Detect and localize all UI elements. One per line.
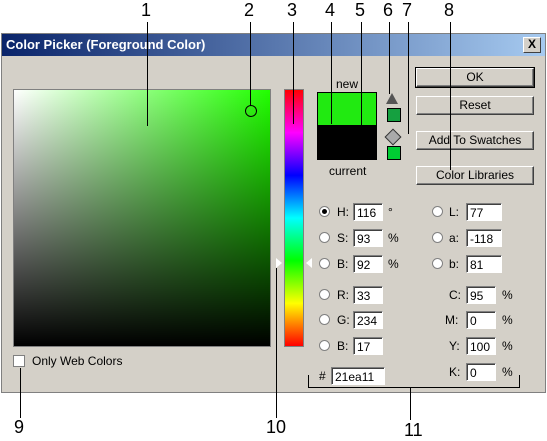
b-channel-input[interactable]: 81 bbox=[466, 255, 502, 273]
color-libraries-button[interactable]: Color Libraries bbox=[416, 166, 534, 185]
callout-10: 10 bbox=[266, 417, 287, 437]
red-label: R: bbox=[337, 288, 349, 302]
callout-line-9 bbox=[20, 368, 21, 418]
cyan-label: C: bbox=[449, 288, 461, 302]
add-to-swatches-button[interactable]: Add To Swatches bbox=[416, 131, 534, 150]
cyan-input[interactable]: 95 bbox=[466, 286, 496, 304]
lightness-input[interactable]: 77 bbox=[466, 203, 502, 221]
a-channel-radio[interactable] bbox=[432, 232, 443, 243]
only-web-colors-checkbox[interactable] bbox=[13, 355, 25, 367]
hue-radio[interactable] bbox=[319, 206, 330, 217]
lightness-radio[interactable] bbox=[432, 206, 443, 217]
green-input[interactable]: 234 bbox=[353, 311, 383, 329]
black-unit: % bbox=[502, 365, 513, 379]
dialog-title: Color Picker (Foreground Color) bbox=[6, 37, 206, 52]
callout-4: 4 bbox=[325, 0, 336, 20]
callout-9: 9 bbox=[14, 417, 25, 437]
brightness-radio[interactable] bbox=[319, 258, 330, 269]
callout-5: 5 bbox=[355, 0, 366, 20]
callout-bracket-11 bbox=[308, 387, 520, 388]
callout-line-4 bbox=[331, 22, 332, 124]
hue-unit: ° bbox=[388, 205, 393, 219]
magenta-label: M: bbox=[445, 313, 459, 327]
callout-line-6 bbox=[389, 22, 390, 94]
callout-8: 8 bbox=[444, 0, 455, 20]
callout-line-2 bbox=[250, 22, 251, 106]
a-channel-input[interactable]: -118 bbox=[466, 229, 502, 247]
hue-slider-right-arrow[interactable] bbox=[306, 258, 312, 268]
hue-label: H: bbox=[337, 205, 349, 219]
brightness-unit: % bbox=[388, 257, 399, 271]
hue-slider-left-arrow[interactable] bbox=[276, 258, 282, 268]
callout-1: 1 bbox=[141, 0, 152, 20]
green-label: G: bbox=[337, 313, 350, 327]
b-channel-label: b: bbox=[449, 257, 460, 271]
magenta-unit: % bbox=[502, 313, 513, 327]
a-channel-label: a: bbox=[449, 231, 460, 245]
saturation-radio[interactable] bbox=[319, 232, 330, 243]
green-radio[interactable] bbox=[319, 314, 330, 325]
yellow-unit: % bbox=[502, 339, 513, 353]
callout-line-7 bbox=[408, 22, 409, 134]
new-label: new bbox=[336, 77, 359, 91]
callout-2: 2 bbox=[244, 0, 255, 20]
gamut-warning-swatch[interactable] bbox=[387, 108, 401, 122]
gamut-warning-icon[interactable] bbox=[386, 93, 398, 104]
callout-line-5 bbox=[361, 22, 362, 160]
close-button[interactable]: X bbox=[523, 37, 541, 53]
web-safe-swatch[interactable] bbox=[387, 146, 401, 160]
b-channel-radio[interactable] bbox=[432, 258, 443, 269]
callout-6: 6 bbox=[383, 0, 394, 20]
cyan-unit: % bbox=[502, 288, 513, 302]
current-label: current bbox=[329, 164, 367, 178]
hue-input[interactable]: 116 bbox=[353, 203, 383, 221]
ok-button[interactable]: OK bbox=[415, 67, 535, 88]
lightness-label: L: bbox=[449, 205, 460, 219]
blue-label: B: bbox=[337, 339, 349, 353]
hue-slider[interactable] bbox=[284, 89, 304, 347]
only-web-colors-label: Only Web Colors bbox=[32, 354, 123, 368]
brightness-input[interactable]: 92 bbox=[353, 255, 383, 273]
magenta-input[interactable]: 0 bbox=[466, 311, 496, 329]
callout-bracket-11-left bbox=[308, 375, 309, 387]
callout-line-11 bbox=[410, 387, 411, 420]
title-bar: Color Picker (Foreground Color) X bbox=[2, 34, 545, 56]
callout-3: 3 bbox=[287, 0, 298, 20]
color-field-picker-circle[interactable] bbox=[245, 105, 257, 117]
saturation-unit: % bbox=[388, 231, 399, 245]
callout-line-8 bbox=[450, 22, 451, 170]
new-color-swatch bbox=[317, 92, 377, 126]
callout-bracket-11-right bbox=[519, 375, 520, 387]
hex-input[interactable]: 21ea11 bbox=[331, 367, 385, 385]
red-radio[interactable] bbox=[319, 289, 330, 300]
brightness-label: B: bbox=[337, 257, 349, 271]
reset-button[interactable]: Reset bbox=[416, 96, 534, 115]
color-field[interactable] bbox=[13, 89, 271, 347]
callout-7: 7 bbox=[402, 0, 413, 20]
blue-radio[interactable] bbox=[319, 340, 330, 351]
callout-line-10 bbox=[276, 268, 277, 418]
callout-line-3 bbox=[293, 22, 294, 124]
yellow-input[interactable]: 100 bbox=[466, 337, 496, 355]
black-label: K: bbox=[449, 365, 461, 379]
callout-line-1 bbox=[147, 22, 148, 126]
red-input[interactable]: 33 bbox=[353, 286, 383, 304]
saturation-input[interactable]: 93 bbox=[353, 229, 383, 247]
black-input[interactable]: 0 bbox=[466, 363, 496, 381]
blue-input[interactable]: 17 bbox=[353, 337, 383, 355]
yellow-label: Y: bbox=[449, 339, 460, 353]
hex-label: # bbox=[319, 369, 326, 383]
saturation-label: S: bbox=[337, 231, 349, 245]
current-color-swatch[interactable] bbox=[317, 126, 377, 160]
